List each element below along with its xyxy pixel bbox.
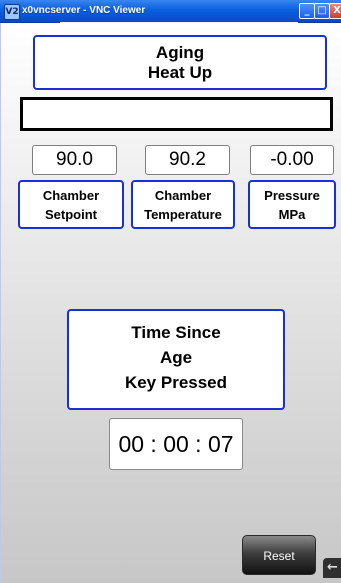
close-button[interactable]: X xyxy=(329,3,341,19)
label-line: Chamber xyxy=(42,188,100,203)
pressure-label: Pressure MPa xyxy=(248,180,336,229)
mode-title: Aging xyxy=(155,43,205,62)
message-display xyxy=(20,97,333,131)
remote-screen: Aging Heat Up 90.0 90.2 -0.00 Chamber Se… xyxy=(0,23,341,583)
mode-status-panel: Aging Heat Up xyxy=(33,35,327,90)
window-title-bar[interactable]: V2 x0vncserver - VNC Viewer _ □ X xyxy=(0,0,341,23)
label-line: Temperature xyxy=(144,207,222,222)
maximize-button[interactable]: □ xyxy=(314,3,330,19)
timer-label-line: Age xyxy=(159,348,193,367)
vnc-app-icon[interactable]: V2 xyxy=(4,4,20,20)
chamber-setpoint-label: Chamber Setpoint xyxy=(18,180,124,229)
label-line: Setpoint xyxy=(45,207,97,222)
label-line: Pressure xyxy=(264,188,320,203)
window-title: x0vncserver - VNC Viewer xyxy=(22,5,146,16)
elapsed-time-label-panel: Time Since Age Key Pressed xyxy=(67,309,285,410)
chamber-temperature-value: 90.2 xyxy=(145,145,230,175)
back-arrow-icon[interactable]: ← xyxy=(323,558,341,578)
label-line: Chamber xyxy=(154,188,212,203)
chamber-temperature-label: Chamber Temperature xyxy=(131,180,235,229)
reset-button[interactable]: Reset xyxy=(242,535,316,575)
timer-label-line: Key Pressed xyxy=(124,373,228,392)
mode-phase: Heat Up xyxy=(147,63,213,82)
elapsed-time-display: 00 : 00 : 07 xyxy=(109,418,243,470)
chamber-setpoint-value: 90.0 xyxy=(32,145,117,175)
label-line: MPa xyxy=(278,207,306,222)
timer-label-line: Time Since xyxy=(131,323,221,342)
minimize-button[interactable]: _ xyxy=(299,3,315,19)
pressure-value: -0.00 xyxy=(250,145,334,175)
